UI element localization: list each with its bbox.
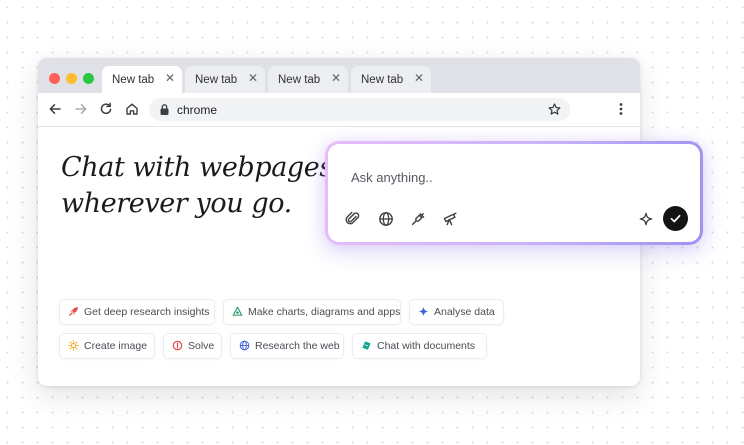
suggestion-research-web[interactable]: Research the web bbox=[230, 333, 344, 359]
sparkle-icon bbox=[418, 306, 429, 320]
headline-line-2: wherever you go. bbox=[61, 188, 292, 219]
close-icon[interactable]: ✕ bbox=[248, 71, 258, 85]
tab-label: New tab bbox=[195, 74, 238, 86]
suggestion-chat-documents[interactable]: Chat with documents bbox=[352, 333, 487, 359]
chip-label: Get deep research insights bbox=[84, 306, 210, 318]
menu-icon[interactable] bbox=[613, 101, 629, 117]
shapes-icon bbox=[232, 306, 243, 320]
sun-icon bbox=[68, 340, 79, 354]
suggestion-analyse-data[interactable]: Analyse data bbox=[409, 299, 504, 325]
star-icon[interactable] bbox=[547, 102, 562, 122]
lock-icon bbox=[159, 103, 170, 121]
headline-line-1: Chat with webpages, bbox=[61, 152, 342, 183]
browser-toolbar: chrome bbox=[38, 93, 640, 127]
tab-3[interactable]: New tab ✕ bbox=[268, 66, 348, 93]
close-icon[interactable]: ✕ bbox=[165, 71, 175, 85]
headline: Chat with webpages, wherever you go. bbox=[61, 150, 341, 222]
tab-strip: New tab ✕ New tab ✕ New tab ✕ New tab ✕ bbox=[38, 58, 640, 93]
suggestion-deep-research[interactable]: Get deep research insights bbox=[59, 299, 215, 325]
chip-label: Solve bbox=[188, 340, 215, 352]
home-icon[interactable] bbox=[124, 101, 140, 117]
close-icon[interactable]: ✕ bbox=[414, 71, 424, 85]
plug-icon[interactable] bbox=[410, 211, 426, 227]
tab-label: New tab bbox=[361, 74, 404, 86]
rocket-icon bbox=[68, 306, 79, 320]
address-bar[interactable]: chrome bbox=[149, 98, 570, 121]
globe-icon[interactable] bbox=[378, 211, 394, 227]
suggestion-create-image[interactable]: Create image bbox=[59, 333, 155, 359]
send-button[interactable] bbox=[663, 206, 688, 231]
minimize-window-dot[interactable] bbox=[66, 73, 77, 84]
globe-icon bbox=[239, 340, 250, 354]
address-url[interactable]: chrome bbox=[177, 103, 217, 117]
tab-4[interactable]: New tab ✕ bbox=[351, 66, 431, 93]
chip-label: Analyse data bbox=[434, 306, 495, 318]
suggestion-make-charts[interactable]: Make charts, diagrams and apps bbox=[223, 299, 401, 325]
chip-label: Chat with documents bbox=[377, 340, 476, 352]
check-icon bbox=[670, 214, 681, 223]
doc-icon bbox=[361, 340, 372, 354]
forward-icon[interactable] bbox=[73, 101, 89, 117]
tab-2[interactable]: New tab ✕ bbox=[185, 66, 265, 93]
prompt-inner: Ask anything.. bbox=[328, 144, 700, 242]
prompt-input[interactable]: Ask anything.. bbox=[351, 170, 433, 185]
attach-icon[interactable] bbox=[345, 211, 361, 227]
tab-1[interactable]: New tab ✕ bbox=[102, 66, 182, 93]
tab-label: New tab bbox=[278, 74, 321, 86]
maximize-window-dot[interactable] bbox=[83, 73, 94, 84]
suggestion-solve[interactable]: Solve bbox=[163, 333, 222, 359]
sparkle-icon[interactable] bbox=[638, 211, 654, 227]
telescope-icon[interactable] bbox=[442, 211, 458, 227]
chip-label: Create image bbox=[84, 340, 148, 352]
solve-icon bbox=[172, 340, 183, 354]
chip-label: Make charts, diagrams and apps bbox=[248, 306, 401, 318]
close-icon[interactable]: ✕ bbox=[331, 71, 341, 85]
chip-label: Research the web bbox=[255, 340, 340, 352]
reload-icon[interactable] bbox=[98, 101, 114, 117]
back-icon[interactable] bbox=[47, 101, 63, 117]
tab-label: New tab bbox=[112, 74, 155, 86]
close-window-dot[interactable] bbox=[49, 73, 60, 84]
ask-prompt-card: Ask anything.. bbox=[325, 141, 703, 245]
